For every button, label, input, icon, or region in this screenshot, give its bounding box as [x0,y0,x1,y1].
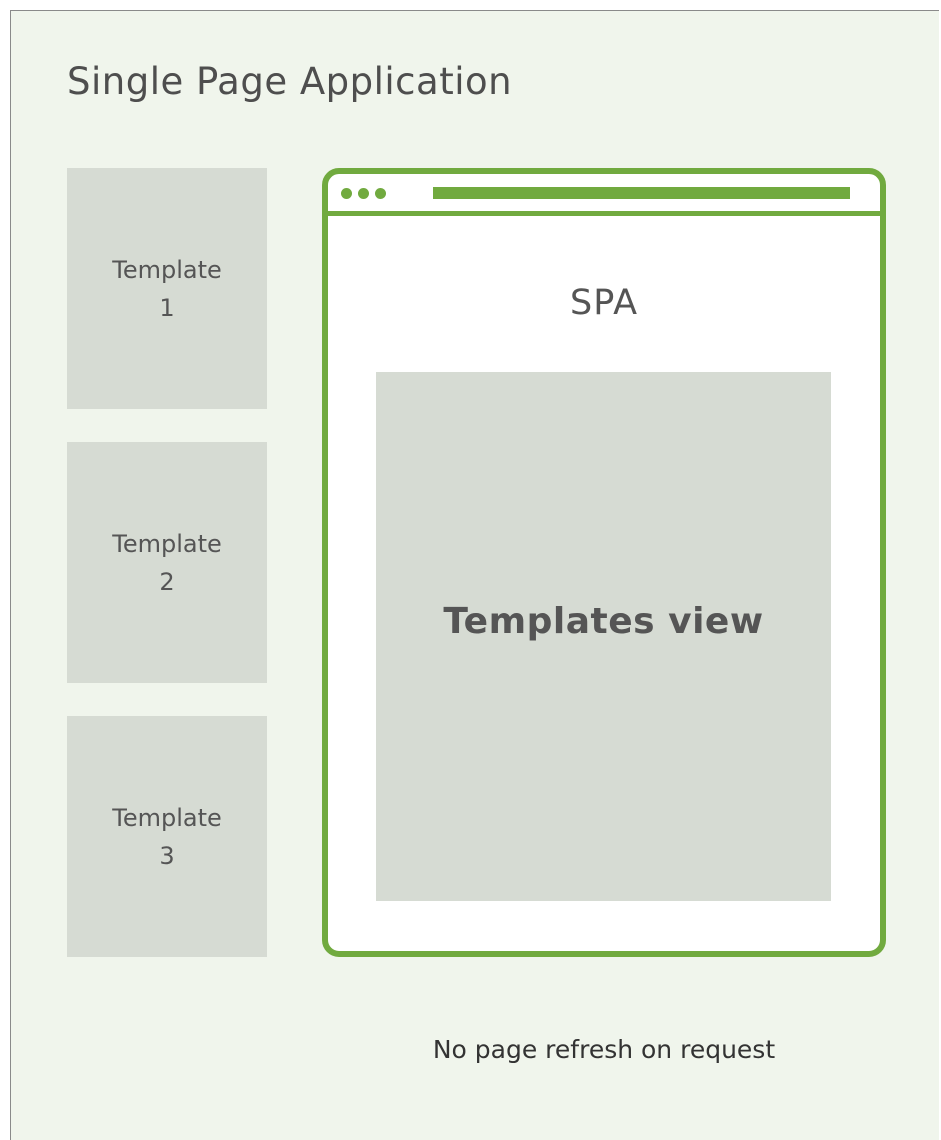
template-card-1: Template 1 [67,168,267,409]
browser-title-bar [328,174,880,216]
template-card-name: Template [112,255,222,284]
window-dot-icon [375,188,386,199]
footer-note: No page refresh on request [432,1035,776,1064]
browser-window: SPA Templates view [322,168,886,957]
spa-label: SPA [569,283,639,323]
templates-view-label: Templates view [443,601,764,642]
diagram-canvas: Single Page Application Template 1 Templ… [10,10,939,1140]
template-card-2: Template 2 [67,442,267,683]
template-card-name: Template [112,803,222,832]
diagram-title: Single Page Application [67,60,513,103]
template-card-number: 3 [159,841,175,870]
templates-view-area: Templates view [376,372,831,901]
address-bar [433,187,850,199]
window-dot-icon [341,188,352,199]
template-card-number: 2 [159,567,175,596]
template-card-label: Template 2 [112,525,222,601]
template-card-label: Template 1 [112,251,222,327]
template-card-name: Template [112,529,222,558]
template-card-number: 1 [159,293,175,322]
window-dot-icon [358,188,369,199]
template-card-label: Template 3 [112,799,222,875]
template-card-3: Template 3 [67,716,267,957]
